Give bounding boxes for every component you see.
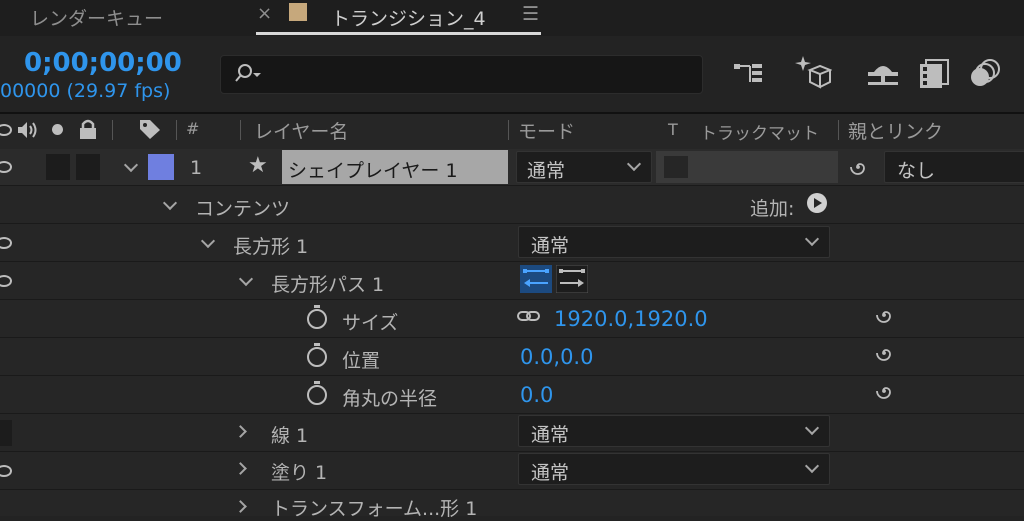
size-pickwhip-icon[interactable] — [874, 305, 894, 325]
position-property-row — [0, 338, 1024, 376]
column-layer-name[interactable]: レイヤー名 — [254, 117, 348, 144]
rectangle-mode-value: 通常 — [531, 235, 570, 257]
shape-layer-star-icon: ★ — [248, 153, 268, 178]
add-play-icon[interactable] — [806, 192, 828, 214]
tab-render-queue[interactable]: レンダーキュー — [30, 4, 163, 31]
track-matte-field[interactable] — [656, 151, 838, 183]
pickwhip-icon[interactable] — [848, 157, 868, 177]
lock-column-icon[interactable] — [78, 118, 98, 140]
rectangle-path-row — [0, 262, 1024, 300]
contents-label: コンテンツ — [195, 198, 291, 220]
column-separator — [112, 120, 113, 140]
rectangle-path-label: 長方形パス 1 — [271, 274, 385, 296]
active-tab-indicator — [256, 32, 541, 35]
fill-mode-dropdown[interactable]: 通常 — [518, 453, 830, 485]
size-stopwatch-icon[interactable] — [307, 305, 327, 329]
transform-label: トランスフォーム...形 1 — [271, 498, 478, 520]
draft-3d-icon[interactable] — [794, 54, 832, 90]
search-input[interactable] — [220, 55, 703, 94]
roundness-pickwhip-icon[interactable] — [874, 381, 894, 401]
path-direction-reverse-icon[interactable] — [520, 265, 552, 293]
audio-column-icon[interactable] — [16, 120, 42, 140]
tab-close-button[interactable]: × — [257, 3, 272, 24]
layer-mode-value: 通常 — [527, 160, 566, 182]
column-separator — [838, 120, 839, 140]
chevron-down-icon — [804, 420, 820, 436]
parent-value: なし — [897, 160, 936, 182]
path-direction-normal-icon[interactable] — [556, 265, 588, 293]
stroke-mode-value: 通常 — [531, 424, 570, 446]
current-time-display[interactable]: 0;00;00;00 — [24, 48, 182, 78]
shy-layers-icon[interactable] — [866, 60, 900, 88]
rectangle-mode-dropdown[interactable]: 通常 — [518, 226, 830, 258]
lock-toggle[interactable] — [76, 154, 100, 180]
chevron-down-icon — [804, 231, 820, 247]
motion-blur-icon[interactable] — [968, 58, 1002, 88]
layer-number: 1 — [190, 157, 203, 179]
roundness-property-row — [0, 376, 1024, 414]
size-label: サイズ — [342, 312, 399, 334]
fill-mode-value: 通常 — [531, 462, 570, 484]
position-label: 位置 — [342, 350, 381, 372]
stroke-mode-dropdown[interactable]: 通常 — [518, 415, 830, 447]
column-separator — [240, 120, 241, 140]
label-tag-icon[interactable] — [138, 118, 162, 140]
column-track-matte[interactable]: トラックマット — [700, 119, 819, 144]
column-separator — [508, 120, 509, 140]
roundness-stopwatch-icon[interactable] — [307, 381, 327, 405]
tab-menu-button[interactable]: ☰ — [522, 3, 539, 25]
column-parent-link[interactable]: 親とリンク — [848, 117, 943, 144]
column-preserve-transparency[interactable]: T — [668, 120, 678, 139]
rectangle-group-row — [0, 224, 1024, 262]
roundness-label: 角丸の半径 — [342, 388, 438, 410]
layer-name-field[interactable]: シェイプレイヤー 1 — [282, 150, 508, 184]
contents-row — [0, 186, 1024, 224]
layer-label-color[interactable] — [148, 154, 174, 180]
chevron-down-icon — [804, 458, 820, 474]
rectangle-group-label: 長方形 1 — [233, 236, 309, 258]
solo-toggle[interactable] — [46, 154, 70, 180]
add-label: 追加: — [750, 198, 795, 220]
size-value[interactable]: 1920.0,1920.0 — [554, 307, 708, 331]
tab-composition[interactable]: トランジション_4 — [331, 4, 486, 31]
solo-column-icon[interactable] — [52, 124, 63, 135]
fill-label: 塗り 1 — [271, 462, 328, 484]
frame-rate-display: 00000 (29.97 fps) — [0, 80, 171, 102]
column-mode[interactable]: モード — [518, 117, 575, 144]
transform-row — [0, 490, 1024, 516]
position-value[interactable]: 0.0,0.0 — [520, 345, 593, 369]
constrain-proportions-link-icon[interactable] — [516, 308, 542, 326]
composition-icon — [289, 3, 307, 21]
track-matte-swatch — [664, 156, 688, 178]
parent-dropdown[interactable]: なし — [884, 151, 1024, 183]
column-number-label: # — [186, 119, 200, 138]
stroke-visibility-toggle[interactable] — [0, 420, 12, 446]
fill-row — [0, 452, 1024, 490]
position-pickwhip-icon[interactable] — [874, 343, 894, 363]
stroke-label: 線 1 — [271, 425, 309, 447]
layer-mode-dropdown[interactable]: 通常 — [516, 151, 652, 183]
layer-name-text: シェイプレイヤー 1 — [288, 160, 458, 182]
position-stopwatch-icon[interactable] — [307, 343, 327, 367]
frame-blending-icon[interactable] — [918, 56, 950, 90]
chevron-down-icon — [626, 156, 642, 172]
search-icon — [235, 64, 261, 82]
column-separator — [176, 120, 177, 140]
composition-flowchart-icon[interactable] — [732, 58, 768, 88]
size-property-row — [0, 300, 1024, 338]
stroke-row — [0, 414, 1024, 452]
roundness-value[interactable]: 0.0 — [520, 383, 553, 407]
